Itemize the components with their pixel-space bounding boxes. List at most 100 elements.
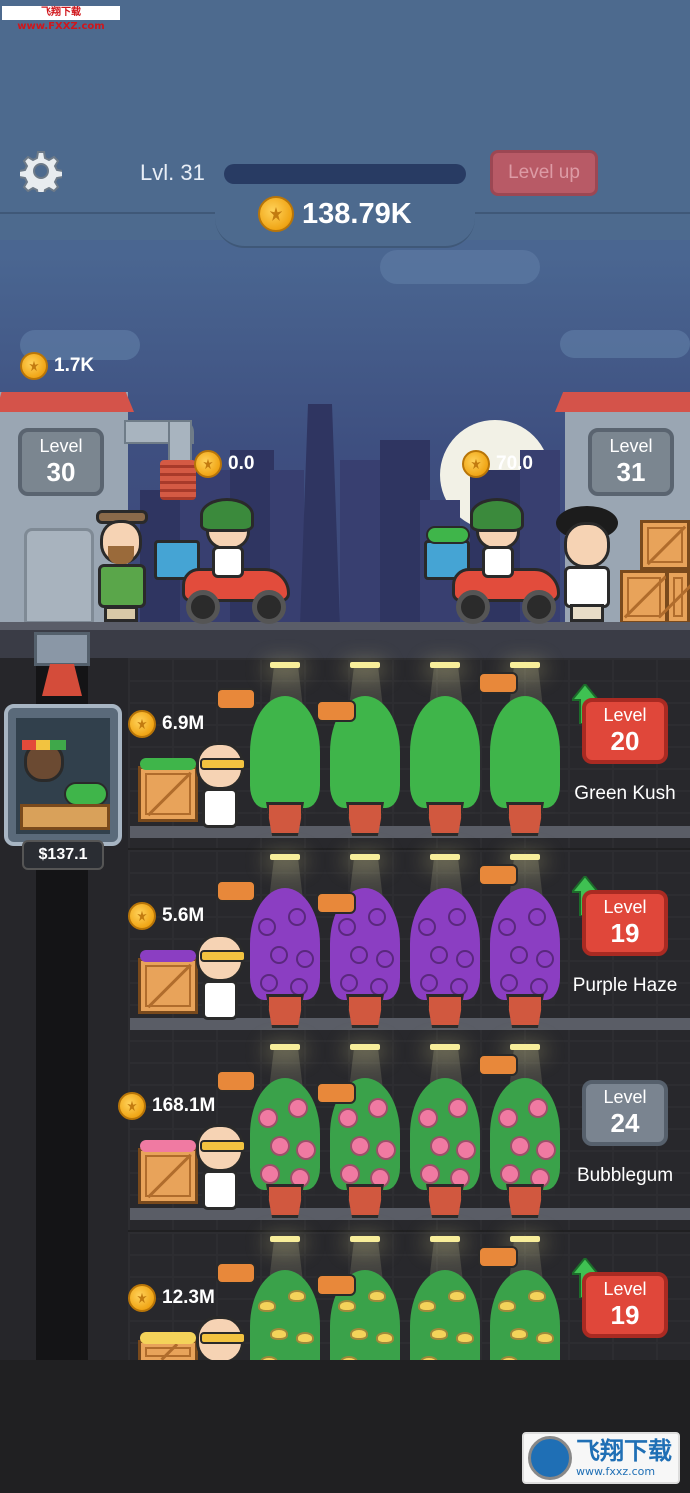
plant-bud	[430, 1328, 448, 1340]
watermark-logo: 飞翔下载 www.fxxz.com	[522, 1432, 680, 1484]
plant-bud	[430, 1136, 450, 1156]
buyer-character[interactable]	[556, 506, 618, 622]
plant-bud	[270, 1136, 290, 1156]
coin-icon	[128, 710, 156, 738]
courier-coins-left: 0.0	[194, 450, 254, 478]
plant-bud	[288, 908, 306, 926]
floor-level-button[interactable]: Level 24	[582, 1080, 668, 1146]
plant[interactable]	[250, 1078, 320, 1218]
elevator-cabin[interactable]	[4, 704, 122, 846]
plant[interactable]	[490, 888, 560, 1028]
plant-leaves	[250, 696, 320, 808]
elevator-cargo	[64, 782, 108, 806]
coin-icon	[128, 1284, 156, 1312]
plant-bud	[536, 1332, 554, 1344]
floor-level-title: Level	[603, 705, 647, 725]
floor-level-title: Level	[603, 897, 647, 917]
floor-earnings: 5.6M	[128, 902, 204, 930]
plant-bud	[370, 978, 388, 996]
total-coins-value: 138.79K	[302, 197, 412, 230]
harvest-crate[interactable]	[138, 1148, 198, 1204]
plant-bud	[288, 1098, 308, 1118]
level-up-button[interactable]: Level up	[490, 150, 598, 196]
plant-bud	[528, 1290, 546, 1302]
floor-level-value: 19	[610, 1300, 640, 1330]
plant[interactable]	[490, 1078, 560, 1218]
drone	[316, 892, 356, 914]
harvest-pile	[140, 758, 196, 770]
crate	[640, 520, 690, 570]
drone	[478, 1246, 518, 1268]
scooter-wheel	[186, 590, 220, 624]
plant-pot	[506, 802, 544, 836]
grow-lamp	[510, 1236, 540, 1242]
courier-coins-left-value: 0.0	[228, 453, 255, 474]
plant-bud	[350, 1136, 370, 1156]
plant-bud	[420, 1164, 440, 1184]
grow-lamp	[510, 1044, 540, 1050]
coin-icon	[194, 450, 222, 478]
worker-body	[202, 788, 238, 828]
floor-level-value: 20	[610, 726, 640, 756]
drone	[216, 880, 256, 902]
plant-bud	[448, 1290, 466, 1302]
floor-earnings-value: 12.3M	[162, 1287, 215, 1308]
plant-bud	[350, 946, 368, 964]
plant[interactable]	[410, 1078, 480, 1218]
scooter-wheel	[522, 590, 556, 624]
market-level-button[interactable]: Level 31	[588, 428, 674, 496]
drone	[316, 700, 356, 722]
plant-bud	[510, 946, 528, 964]
plant[interactable]	[490, 696, 560, 836]
market-level-title: Level	[609, 436, 653, 456]
worker-goggles	[200, 758, 246, 770]
worker-goggles	[200, 1332, 246, 1344]
worker-body	[202, 1170, 238, 1210]
strain-name: Bubblegum	[576, 1165, 674, 1186]
plant-bud	[420, 974, 438, 992]
sidewalk	[0, 622, 690, 630]
player-level-label: Lvl. 31	[140, 160, 205, 185]
courier-helmet	[200, 498, 254, 532]
harvest-pile	[140, 1140, 196, 1152]
delivery-box-plants	[426, 526, 470, 544]
floor-level-title: Level	[603, 1279, 647, 1299]
plant[interactable]	[250, 696, 320, 836]
coin-icon	[128, 902, 156, 930]
drone	[216, 688, 256, 710]
grow-lamp	[270, 662, 300, 668]
coin-icon	[462, 450, 490, 478]
plant-bud	[498, 918, 516, 936]
strain-name: Purple Haze	[572, 975, 678, 996]
grow-lamp	[350, 1236, 380, 1242]
plant-pot	[266, 1184, 304, 1218]
courier-body	[482, 546, 514, 578]
plant[interactable]	[410, 696, 480, 836]
plant-bud	[270, 1328, 288, 1340]
grow-lamp	[350, 854, 380, 860]
plant-pot	[346, 1184, 384, 1218]
floor-level-button[interactable]: Level 20	[582, 698, 668, 764]
grow-lamp	[270, 1236, 300, 1242]
market-level-value: 31	[616, 457, 646, 487]
floor-level-button[interactable]: Level 19	[582, 1272, 668, 1338]
plant-bud	[368, 908, 386, 926]
plant[interactable]	[250, 888, 320, 1028]
plant-bud	[376, 950, 394, 968]
settings-gear-icon[interactable]	[20, 150, 62, 192]
harvest-crate[interactable]	[138, 958, 198, 1014]
harvest-crate[interactable]	[138, 766, 198, 822]
warehouse-stored: 1.7K	[20, 352, 94, 380]
warehouse-level-button[interactable]: Level 30	[18, 428, 104, 496]
plant[interactable]	[410, 888, 480, 1028]
warehouse-manager[interactable]	[94, 510, 150, 622]
coin-icon	[118, 1092, 146, 1120]
plant-pot	[506, 1184, 544, 1218]
plant-bud	[418, 918, 436, 936]
plant-bud	[376, 1332, 394, 1344]
coin-icon	[20, 352, 48, 380]
plant-bud	[258, 1300, 276, 1312]
crate	[666, 570, 690, 624]
plant-pot	[266, 802, 304, 836]
floor-level-button[interactable]: Level 19	[582, 890, 668, 956]
